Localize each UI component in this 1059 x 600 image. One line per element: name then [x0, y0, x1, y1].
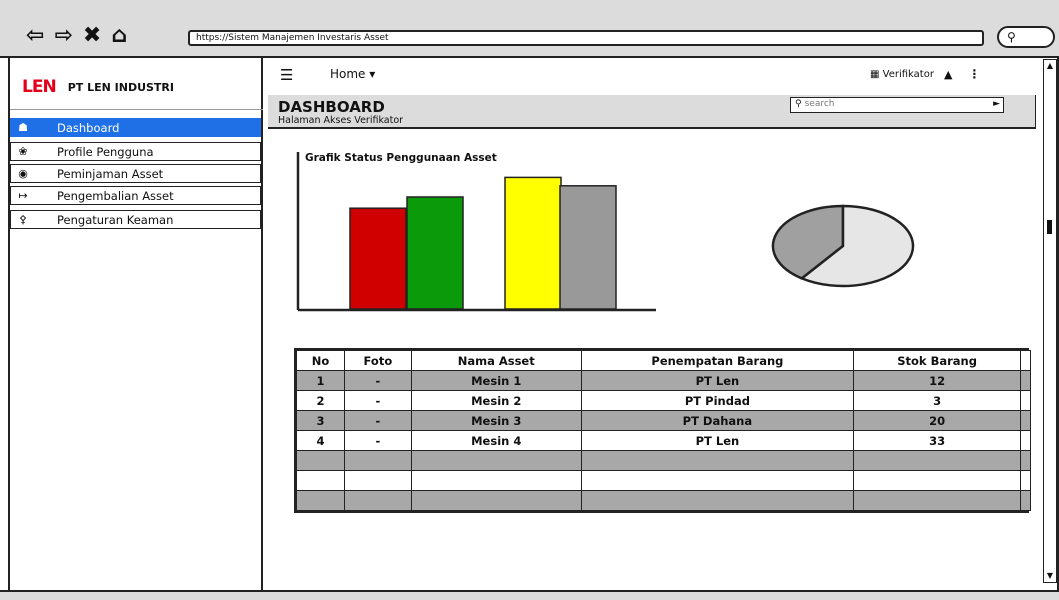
id-card-icon: ▦ — [870, 68, 880, 80]
browser-toolbar: ⇦ ⇨ ✖ ⌂ https://Sistem Manajemen Investa… — [0, 0, 1059, 58]
cell-no: 3 — [296, 410, 345, 431]
sign-out-icon: ↦ — [18, 189, 28, 202]
col-header-foto: Foto — [343, 350, 412, 371]
cell-stok: 12 — [853, 370, 1021, 391]
cell-nama: Mesin 2 — [410, 390, 582, 411]
col-header-spacer — [1019, 350, 1032, 371]
app-topbar: ☰ Home ▾ ▦ Verifikator ▲ ⋮ — [264, 58, 1044, 92]
search-input[interactable]: ⚲ search ► — [790, 97, 1004, 113]
cell-spacer — [1019, 370, 1032, 391]
cell-no: 4 — [296, 430, 345, 451]
cell-stok: 3 — [853, 390, 1021, 411]
sidebar-item-dashboard[interactable]: ☗ Dashboard — [10, 118, 261, 137]
cell-no: 2 — [296, 390, 345, 411]
sidebar-item-label: Dashboard — [57, 120, 120, 135]
sidebar-item-pengaturan[interactable]: ⚴ Pengaturan Keaman — [10, 210, 261, 229]
cell-spacer — [1019, 390, 1032, 411]
table-row[interactable]: 1 - Mesin 1 PT Len 12 — [296, 370, 1032, 391]
more-vertical-icon[interactable]: ⋮ — [962, 67, 980, 81]
brand: LEN PT LEN INDUSTRI — [22, 76, 174, 98]
cell-penempatan: PT Dahana — [580, 410, 855, 431]
brand-logo: LEN — [22, 77, 57, 97]
bar-4 — [559, 185, 617, 310]
home-dropdown-label: Home — [330, 67, 366, 81]
hamburger-icon[interactable]: ☰ — [280, 66, 293, 84]
table-row[interactable]: 4 - Mesin 4 PT Len 33 — [296, 430, 1032, 451]
page-header: DASHBOARD Halaman Akses Verifikator ⚲ sea… — [268, 95, 1036, 129]
table-row-empty — [296, 450, 1032, 471]
search-placeholder: search — [804, 99, 835, 109]
user-area: ▦ Verifikator ▲ ⋮ — [870, 67, 980, 81]
cell-penempatan: PT Len — [580, 430, 855, 451]
bar-3 — [504, 176, 562, 310]
home-dropdown[interactable]: Home ▾ — [330, 67, 375, 81]
browser-search-pill[interactable]: ⚲ — [997, 26, 1055, 48]
cell-spacer — [1019, 430, 1032, 451]
cell-spacer — [1019, 410, 1032, 431]
user-role-label: Verifikator — [882, 68, 934, 80]
cell-foto: - — [343, 430, 412, 451]
table-row-empty — [296, 490, 1032, 511]
cell-foto: - — [343, 370, 412, 391]
cell-penempatan: PT Len — [580, 370, 855, 391]
address-bar[interactable]: https://Sistem Manajemen Investaris Asse… — [188, 30, 984, 46]
brand-name: PT LEN INDUSTRI — [67, 80, 174, 94]
cell-foto: - — [343, 390, 412, 411]
cell-nama: Mesin 4 — [410, 430, 582, 451]
sidebar-item-peminjaman[interactable]: ◉ Peminjaman Asset — [10, 164, 261, 183]
col-header-nama: Nama Asset — [410, 350, 582, 371]
user-menu[interactable]: ▦ Verifikator — [870, 69, 934, 80]
table-row[interactable]: 3 - Mesin 3 PT Dahana 20 — [296, 410, 1032, 431]
car-icon: ◉ — [18, 167, 28, 180]
window-bottom-edge — [0, 590, 1059, 600]
close-icon[interactable]: ✖ — [83, 25, 101, 47]
sidebar-item-label: Peminjaman Asset — [57, 166, 164, 181]
sidebar-item-label: Pengaturan Keaman — [57, 212, 174, 227]
pie-chart — [771, 204, 915, 288]
forward-arrow-icon[interactable]: ⇨ — [54, 25, 72, 47]
search-icon: ⚲ — [1007, 30, 1016, 44]
cell-nama: Mesin 3 — [410, 410, 582, 431]
page-subtitle: Halaman Akses Verifikator — [278, 115, 404, 126]
chart-title: Grafik Status Penggunaan Asset — [305, 152, 497, 164]
col-header-penempatan: Penempatan Barang — [580, 350, 855, 371]
home-icon[interactable]: ⌂ — [111, 25, 127, 47]
home-icon: ☗ — [18, 121, 28, 134]
vertical-scrollbar[interactable]: ▲ ▼ — [1043, 59, 1057, 583]
search-icon: ⚲ — [795, 99, 802, 109]
back-arrow-icon[interactable]: ⇦ — [26, 25, 44, 47]
table-row-empty — [296, 470, 1032, 491]
cell-penempatan: PT Pindad — [580, 390, 855, 411]
chevron-down-icon: ▾ — [369, 67, 376, 81]
bar-chart — [296, 152, 656, 312]
brand-divider — [10, 109, 263, 110]
sidebar-item-pengembalian[interactable]: ↦ Pengembalian Asset — [10, 186, 261, 205]
asset-table: No Foto Nama Asset Penempatan Barang Sto… — [294, 348, 1032, 513]
scroll-up-arrow-icon[interactable]: ▲ — [1045, 61, 1055, 71]
cell-no: 1 — [296, 370, 345, 391]
sidebar: LEN PT LEN INDUSTRI ☗ Dashboard ❀ Profil… — [10, 58, 263, 592]
scroll-down-arrow-icon[interactable]: ▼ — [1045, 571, 1055, 581]
key-icon: ⚴ — [18, 213, 28, 226]
scroll-thumb[interactable] — [1047, 220, 1052, 234]
page-title: DASHBOARD — [278, 98, 385, 116]
col-header-no: No — [296, 350, 345, 371]
cell-stok: 33 — [853, 430, 1021, 451]
search-submit-icon[interactable]: ► — [993, 98, 1000, 111]
col-header-stok: Stok Barang — [853, 350, 1021, 371]
sidebar-item-label: Profile Pengguna — [57, 144, 154, 159]
sidebar-item-label: Pengembalian Asset — [57, 188, 174, 203]
cell-stok: 20 — [853, 410, 1021, 431]
table-header-row: No Foto Nama Asset Penempatan Barang Sto… — [296, 350, 1032, 371]
browser-nav: ⇦ ⇨ ✖ ⌂ — [26, 24, 127, 48]
bar-1 — [349, 207, 407, 310]
sidebar-item-profile[interactable]: ❀ Profile Pengguna — [10, 142, 261, 161]
cell-foto: - — [343, 410, 412, 431]
bell-icon[interactable]: ▲ — [944, 68, 952, 81]
cell-nama: Mesin 1 — [410, 370, 582, 391]
user-icon: ❀ — [18, 145, 28, 158]
table-row[interactable]: 2 - Mesin 2 PT Pindad 3 — [296, 390, 1032, 411]
bar-2 — [406, 196, 464, 310]
